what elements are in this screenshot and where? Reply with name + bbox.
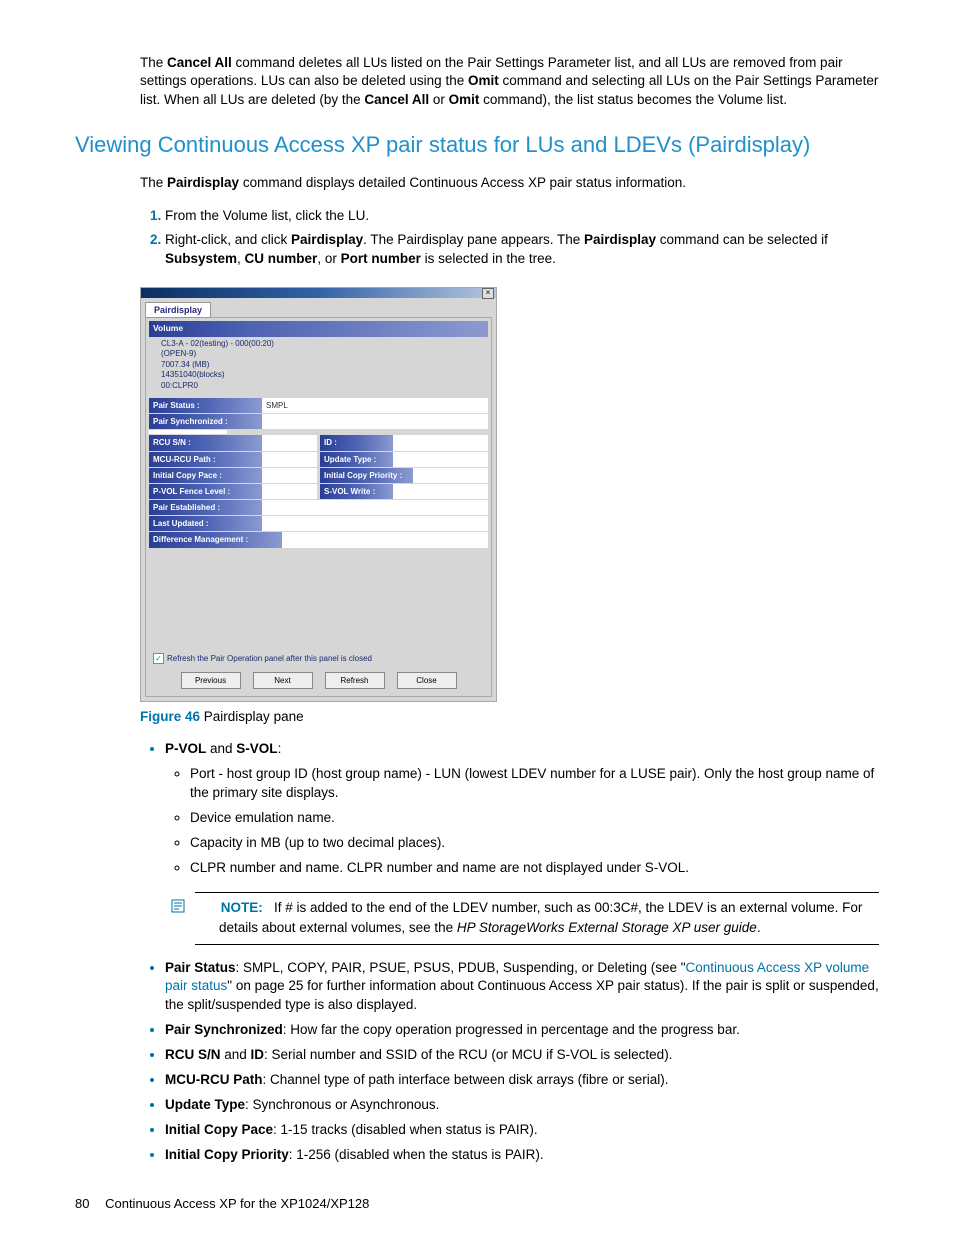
pair-status-label: Pair Status : <box>149 398 262 413</box>
refresh-checkbox-row[interactable]: ✓ Refresh the Pair Operation panel after… <box>149 653 488 664</box>
pvol-fence-label: P-VOL Fence Level : <box>149 484 262 499</box>
pair-sync-value <box>262 414 488 429</box>
pair-sync-label: Pair Synchronized : <box>149 414 262 429</box>
pairdisplay-intro: The Pairdisplay command displays detaile… <box>140 174 879 193</box>
mcu-rcu-path-item: MCU-RCU Path: Channel type of path inter… <box>165 1071 879 1090</box>
volume-info: CL3-A - 02(testing) - 000(00:20) (OPEN-9… <box>149 337 488 397</box>
section-heading: Viewing Continuous Access XP pair status… <box>75 130 879 161</box>
update-type-label: Update Type : <box>320 452 393 467</box>
pair-established-label: Pair Established : <box>149 500 262 515</box>
close-button[interactable]: Close <box>397 672 457 689</box>
pvol-svol-item: P-VOL and S-VOL: Port - host group ID (h… <box>165 740 879 944</box>
mcu-rcu-path-label: MCU-RCU Path : <box>149 452 262 467</box>
pair-status-value: SMPL <box>262 398 488 413</box>
volume-header: Volume <box>149 321 488 337</box>
previous-button[interactable]: Previous <box>181 672 241 689</box>
id-label: ID : <box>320 435 393 450</box>
figure-caption: Figure 46 Pairdisplay pane <box>140 708 879 727</box>
rcu-sn-label: RCU S/N : <box>149 435 262 450</box>
last-updated-label: Last Updated : <box>149 516 262 531</box>
pair-status-item: Pair Status: SMPL, COPY, PAIR, PSUE, PSU… <box>165 959 879 1016</box>
refresh-button[interactable]: Refresh <box>325 672 385 689</box>
svol-write-label: S-VOL Write : <box>320 484 393 499</box>
initial-copy-priority-item: Initial Copy Priority: 1-256 (disabled w… <box>165 1146 879 1165</box>
dialog-titlebar: × <box>141 288 496 298</box>
intro-paragraph: The Cancel All command deletes all LUs l… <box>140 54 879 111</box>
update-type-item: Update Type: Synchronous or Asynchronous… <box>165 1096 879 1115</box>
footer-text: Continuous Access XP for the XP1024/XP12… <box>105 1196 369 1211</box>
close-icon[interactable]: × <box>482 288 494 299</box>
refresh-checkbox[interactable]: ✓ <box>153 653 164 664</box>
initial-copy-pace-label: Initial Copy Pace : <box>149 468 262 483</box>
diff-mgmt-label: Difference Management : <box>149 532 282 547</box>
step-1: From the Volume list, click the LU. <box>165 207 879 226</box>
note-icon <box>195 899 211 919</box>
next-button[interactable]: Next <box>253 672 313 689</box>
note-box: NOTE: If # is added to the end of the LD… <box>195 892 879 945</box>
steps-list: From the Volume list, click the LU. Righ… <box>140 207 879 269</box>
pair-sync-item: Pair Synchronized: How far the copy oper… <box>165 1021 879 1040</box>
page-footer: 80 Continuous Access XP for the XP1024/X… <box>75 1195 879 1213</box>
initial-copy-pace-item: Initial Copy Pace: 1-15 tracks (disabled… <box>165 1121 879 1140</box>
rcu-id-item: RCU S/N and ID: Serial number and SSID o… <box>165 1046 879 1065</box>
step-2: Right-click, and click Pairdisplay. The … <box>165 231 879 269</box>
pairdisplay-tab[interactable]: Pairdisplay <box>145 302 211 319</box>
pairdisplay-dialog: × Pairdisplay Volume CL3-A - 02(testing)… <box>140 287 497 703</box>
page-number: 80 <box>75 1196 89 1211</box>
initial-copy-priority-label: Initial Copy Priority : <box>320 468 413 483</box>
description-list: P-VOL and S-VOL: Port - host group ID (h… <box>150 740 879 1164</box>
